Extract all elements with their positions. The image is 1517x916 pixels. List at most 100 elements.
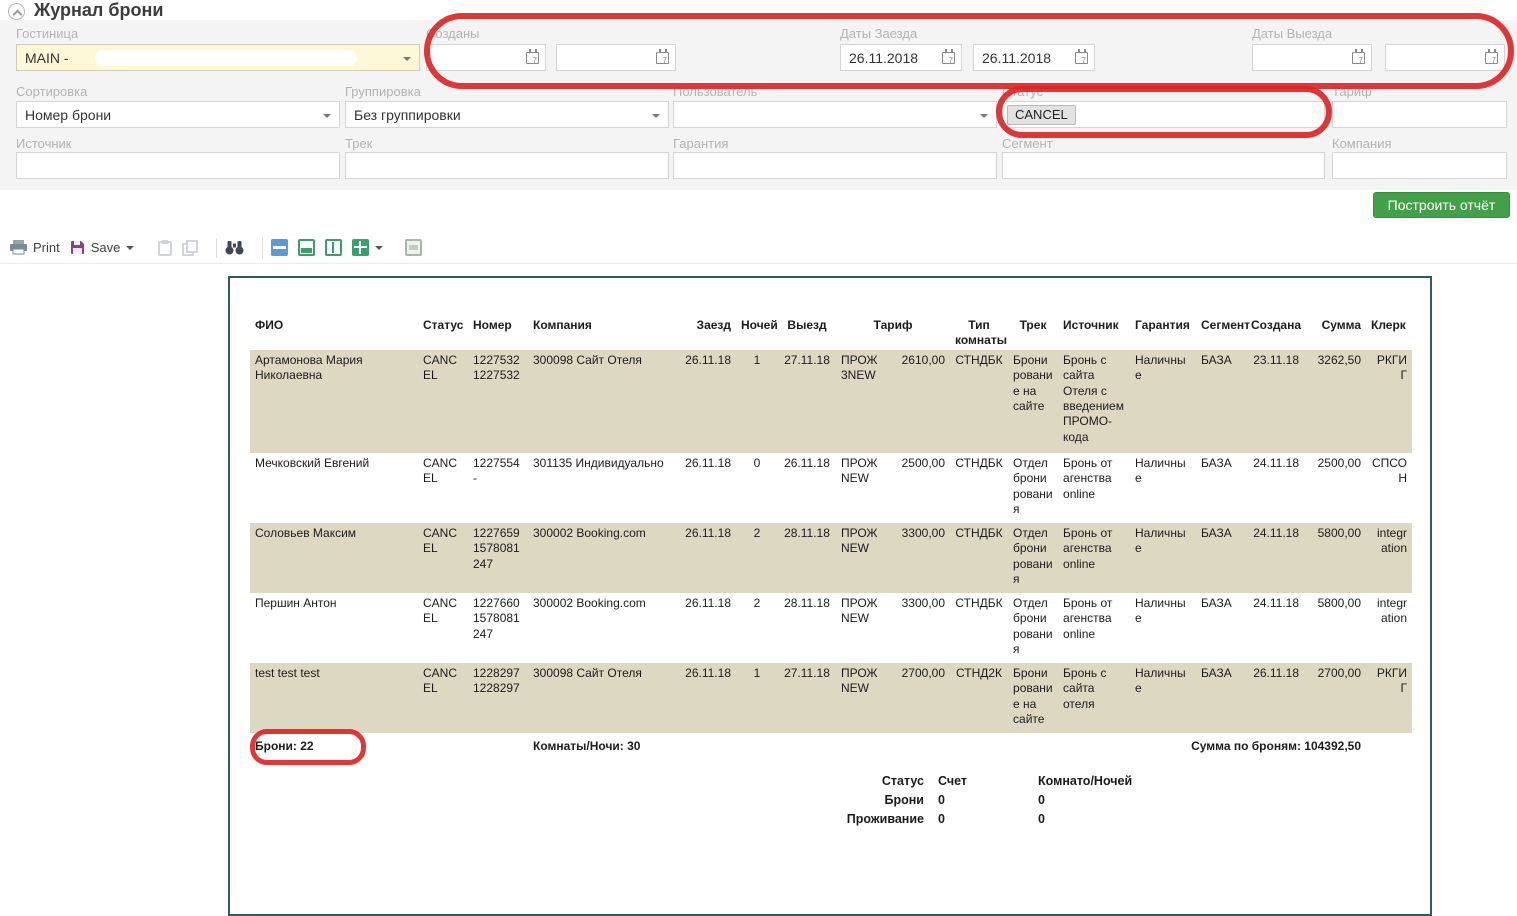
table-cell: 2500,00: [1304, 453, 1366, 523]
layout-grid-button[interactable]: [352, 239, 383, 256]
guarantee-input[interactable]: [673, 152, 997, 179]
table-cell: СТНДБК: [950, 593, 1008, 663]
collapse-panel-icon[interactable]: [8, 3, 25, 20]
status-summary-cell: 0: [1024, 793, 1174, 807]
calendar-icon[interactable]: [1075, 52, 1088, 64]
calendar-icon[interactable]: [1352, 52, 1365, 64]
departure-to-field[interactable]: [1385, 44, 1505, 71]
panel-blue-icon: [271, 239, 288, 256]
table-cell: 2500,00: [886, 453, 950, 523]
calendar-icon[interactable]: [1485, 52, 1498, 64]
totals-cell: Комнаты/Ночи: 30: [528, 733, 676, 759]
table-cell: СТНДБК: [950, 350, 1008, 453]
table-cell: Бронь с сайта отеля: [1058, 663, 1130, 733]
company-label: Компания: [1332, 136, 1392, 151]
table-cell: 3300,00: [886, 593, 950, 663]
chevron-down-icon: [375, 246, 383, 254]
table-cell: Мечковский Евгений: [250, 453, 418, 523]
source-input[interactable]: [16, 152, 340, 179]
segment-input[interactable]: [1002, 152, 1325, 179]
track-label: Трек: [345, 136, 372, 151]
column-header: ФИО: [250, 316, 418, 350]
table-cell: 24.11.18: [1246, 593, 1304, 663]
print-button[interactable]: Print: [10, 240, 60, 255]
save-button[interactable]: Save: [70, 240, 135, 255]
table-cell: СТНДБК: [950, 523, 1008, 593]
user-select[interactable]: [673, 101, 997, 128]
table-cell: 300098 Сайт Отеля: [528, 350, 676, 453]
totals-cell: [418, 733, 528, 759]
table-cell: 5800,00: [1304, 593, 1366, 663]
tariff-input[interactable]: [1332, 101, 1507, 128]
table-cell: 27.11.18: [778, 350, 836, 453]
table-cell: integration: [1366, 593, 1412, 663]
table-cell: Бронь от агенства online: [1058, 593, 1130, 663]
table-cell: БАЗА: [1196, 453, 1246, 523]
table-cell: 3262,50: [1304, 350, 1366, 453]
layout-compact-button[interactable]: [271, 239, 288, 256]
table-cell: 1227532 1227532: [468, 350, 528, 453]
table-cell: БАЗА: [1196, 593, 1246, 663]
table-cell: ПРОЖNEW: [836, 453, 886, 523]
sort-label: Сортировка: [16, 84, 87, 99]
arrival-to-field[interactable]: [973, 44, 1095, 71]
layout-single-button[interactable]: [298, 239, 315, 256]
table-cell: Бронь с сайта Отеля с введением ПРОМО-ко…: [1058, 350, 1130, 453]
departure-from-field[interactable]: [1252, 44, 1372, 71]
page-title: Журнал брони: [34, 0, 163, 21]
table-cell: 1: [736, 663, 778, 733]
save-icon: [70, 240, 85, 255]
calendar-icon[interactable]: [526, 52, 539, 64]
column-header: Ночей: [736, 316, 778, 350]
status-tag[interactable]: CANCEL: [1007, 105, 1076, 125]
table-cell: Наличные: [1130, 663, 1196, 733]
tariff-label: Тариф: [1332, 84, 1372, 99]
company-input[interactable]: [1332, 152, 1507, 179]
sort-select[interactable]: Номер брони: [16, 101, 340, 128]
table-cell: CANCEL: [418, 593, 468, 663]
table-cell: 1227660 1578081247: [468, 593, 528, 663]
table-cell: Першин Антон: [250, 593, 418, 663]
status-summary-header: Статус: [812, 774, 924, 788]
column-header: Создана: [1246, 316, 1304, 350]
column-header: Заезд: [676, 316, 736, 350]
created-to-field[interactable]: [556, 44, 676, 71]
calendar-icon[interactable]: [656, 52, 669, 64]
arrival-from-field[interactable]: [840, 44, 962, 71]
table-cell: ПРОЖNEW: [836, 663, 886, 733]
search-button[interactable]: [225, 240, 244, 255]
table-cell: Соловьев Максим: [250, 523, 418, 593]
table-cell: CANCEL: [418, 350, 468, 453]
table-cell: 2610,00: [886, 350, 950, 453]
status-tagbox[interactable]: CANCEL: [1002, 101, 1325, 128]
toolbar-separator: [216, 238, 217, 258]
grouping-label: Группировка: [345, 84, 421, 99]
created-from-field[interactable]: [426, 44, 546, 71]
user-label: Пользователь: [673, 84, 757, 99]
table-row: test test testCANCEL1228297 122829730009…: [250, 663, 1412, 733]
table-cell: CANCEL: [418, 453, 468, 523]
report-table-body: Артамонова Мария НиколаевнаCANCEL1227532…: [250, 350, 1412, 759]
status-summary-row: Проживание00: [812, 812, 1174, 826]
hotel-select[interactable]: MAIN -: [16, 44, 420, 71]
departure-dates-label: Даты Выезда: [1252, 26, 1332, 41]
status-summary-cell: 0: [924, 812, 1024, 826]
table-cell: 28.11.18: [778, 523, 836, 593]
layout-double-button[interactable]: [325, 239, 342, 256]
table-cell: integration: [1366, 523, 1412, 593]
table-cell: 26.11.18: [676, 523, 736, 593]
column-header: Компания: [528, 316, 676, 350]
grouping-select[interactable]: Без группировки: [345, 101, 669, 128]
table-cell: Наличные: [1130, 523, 1196, 593]
chevron-down-icon: [403, 57, 411, 65]
report-panel: ФИОСтатусНомерКомпанияЗаездНочейВыездТар…: [228, 276, 1432, 916]
build-report-button[interactable]: Построить отчёт: [1373, 192, 1510, 218]
panel-green-icon: [298, 239, 315, 256]
chevron-down-icon: [126, 246, 134, 254]
layout-wide-button[interactable]: [405, 239, 422, 256]
table-cell: СПСОН: [1366, 453, 1412, 523]
calendar-icon[interactable]: [942, 52, 955, 64]
track-input[interactable]: [345, 152, 669, 179]
panel-double-icon: [325, 239, 342, 256]
table-cell: 0: [736, 453, 778, 523]
